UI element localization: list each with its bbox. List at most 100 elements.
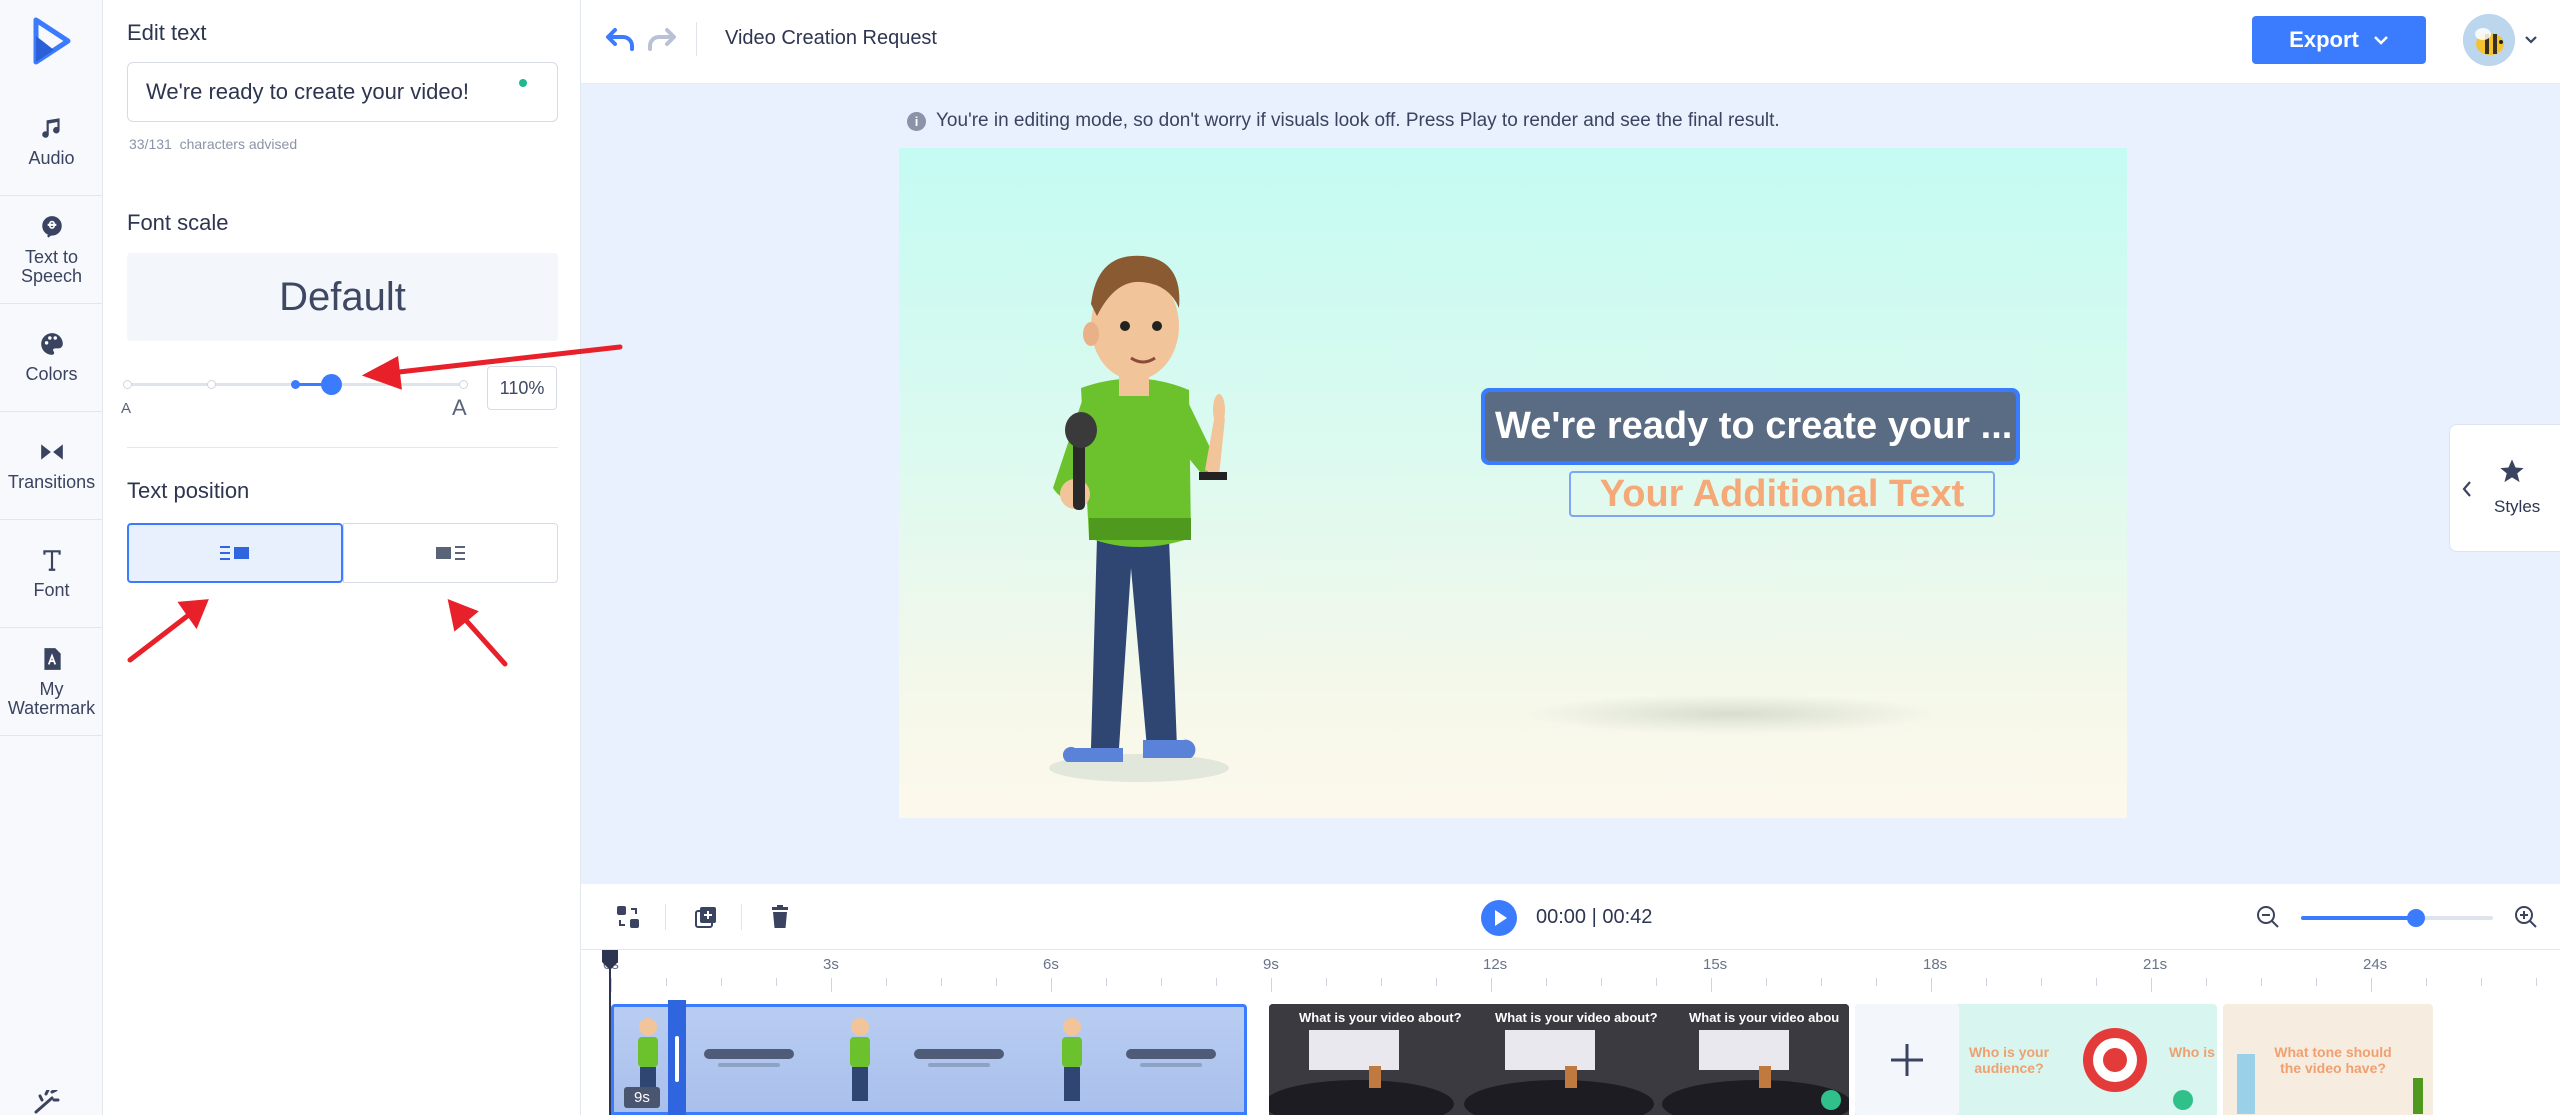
timeline-clips: 9s What is your video about? What is you… — [581, 1000, 2560, 1115]
rail-item-label: Font — [33, 580, 70, 600]
ruler-tick-mark — [1986, 978, 1987, 986]
zoom-in-icon[interactable] — [2513, 904, 2539, 930]
ruler-tick-mark — [941, 978, 942, 986]
add-scene-button[interactable] — [1855, 1004, 1959, 1115]
plus-icon — [1891, 1043, 1923, 1076]
chevron-down-icon[interactable] — [2523, 32, 2539, 48]
font-scale-percent[interactable]: 110% — [487, 366, 557, 410]
ruler-tick-mark — [776, 978, 777, 986]
timeline-ruler[interactable]: 0s3s6s9s12s15s18s21s24s — [581, 950, 2560, 1000]
styles-panel-toggle[interactable]: Styles — [2449, 424, 2560, 552]
clip-trim-handle[interactable] — [668, 1000, 686, 1115]
checkmark-icon — [1821, 1090, 1841, 1110]
editing-notice: i You're in editing mode, so don't worry… — [907, 110, 1780, 132]
magic-icon[interactable] — [32, 1090, 66, 1114]
rail-item-label: My Watermark — [7, 678, 96, 718]
timeline-clip-1[interactable]: 9s — [611, 1004, 1247, 1115]
rail-item-audio[interactable]: Audio — [0, 88, 103, 196]
clip-title: What is your video about? — [1299, 1010, 1462, 1025]
swap-scene-icon[interactable] — [615, 904, 641, 930]
info-icon: i — [907, 111, 926, 131]
ruler-tick-label: 21s — [2143, 956, 2168, 973]
checkmark-icon — [2173, 1090, 2193, 1110]
ruler-tick-mark — [886, 978, 887, 986]
avatar[interactable] — [2463, 14, 2515, 66]
export-button[interactable]: Export — [2252, 16, 2426, 64]
rail-item-label: Transitions — [7, 472, 96, 492]
slider-handle[interactable] — [321, 374, 342, 395]
additional-text-layer[interactable]: Your Additional Text — [1569, 471, 1995, 517]
watermark-icon — [43, 647, 61, 670]
character-hint: 33/131 characters advised — [129, 136, 297, 152]
ruler-tick-mark — [1656, 978, 1657, 986]
character-hint-text: characters advised — [179, 136, 298, 152]
clip-title: What is your video about? — [1689, 1010, 1839, 1025]
ruler-tick-mark — [1271, 978, 1272, 992]
ruler-tick-mark — [2096, 978, 2097, 986]
app-logo-icon[interactable] — [24, 14, 78, 68]
clip-title: Who is your audience? — [1968, 1044, 2050, 1076]
rail-item-text-to-speech[interactable]: Text to Speech — [0, 196, 103, 304]
project-title[interactable]: Video Creation Request — [725, 27, 937, 50]
rail-item-my-watermark[interactable]: My Watermark — [0, 628, 103, 736]
rail-item-label: Colors — [25, 364, 78, 384]
clip-title: What tone should the video have? — [2274, 1044, 2392, 1076]
rail-item-font[interactable]: Font — [0, 520, 103, 628]
video-preview-canvas[interactable]: We're ready to create your ... Your Addi… — [899, 148, 2127, 818]
edit-text-input[interactable]: We're ready to create your video! — [127, 62, 558, 122]
redo-icon[interactable] — [645, 24, 677, 54]
ruler-tick-label: 18s — [1923, 956, 1948, 973]
palette-icon — [40, 333, 63, 355]
scale-small-label: A — [121, 400, 132, 417]
timeline-clip-2[interactable]: What is your video about? What is your v… — [1269, 1004, 1849, 1115]
ruler-tick-mark — [1546, 978, 1547, 986]
toolbar-separator — [665, 904, 666, 930]
text-position-left-button[interactable] — [127, 523, 343, 583]
zoom-out-icon[interactable] — [2255, 904, 2281, 930]
ruler-tick-mark — [2206, 978, 2207, 986]
chevron-left-icon — [2462, 481, 2471, 497]
rail-item-colors[interactable]: Colors — [0, 304, 103, 412]
trash-icon[interactable] — [767, 904, 793, 930]
ruler-tick-mark — [2151, 978, 2152, 992]
font-scale-slider[interactable] — [123, 370, 468, 400]
music-note-icon — [41, 118, 60, 138]
ruler-tick-mark — [1161, 978, 1162, 986]
editing-notice-text: You're in editing mode, so don't worry i… — [936, 110, 1780, 131]
rail-item-label: Audio — [28, 148, 75, 168]
ruler-tick-mark — [1601, 978, 1602, 986]
ruler-tick-mark — [996, 978, 997, 986]
duplicate-scene-icon[interactable] — [693, 904, 719, 930]
ruler-tick-mark — [2371, 978, 2372, 992]
slider-tick — [459, 380, 468, 389]
ruler-tick-mark — [1106, 978, 1107, 986]
text-position-right-button[interactable] — [343, 523, 558, 583]
ruler-tick-mark — [1491, 978, 1492, 992]
slider-tick — [291, 380, 300, 389]
main-text-layer[interactable]: We're ready to create your ... — [1481, 388, 2020, 465]
clip-duration-badge: 9s — [624, 1087, 660, 1108]
editor-stage: i You're in editing mode, so don't worry… — [581, 84, 2560, 884]
top-bar: Video Creation Request Export — [581, 0, 2560, 84]
play-button[interactable] — [1481, 900, 1517, 936]
ruler-tick-mark — [1876, 978, 1877, 986]
timeline-clip-4[interactable]: What tone should the video have? — [2223, 1004, 2433, 1115]
presenter-character-image[interactable] — [1019, 208, 1239, 808]
ruler-tick-mark — [2536, 978, 2537, 986]
ruler-tick-label: 24s — [2363, 956, 2388, 973]
font-scale-display: Default — [127, 253, 558, 341]
additional-text: Your Additional Text — [1599, 472, 1965, 515]
undo-icon[interactable] — [605, 24, 637, 54]
ruler-tick-label: 12s — [1483, 956, 1508, 973]
ruler-tick-mark — [1931, 978, 1932, 992]
transitions-icon — [40, 444, 63, 460]
text-position-label: Text position — [127, 478, 250, 503]
align-text-right-icon — [435, 546, 465, 560]
ruler-tick-mark — [1216, 978, 1217, 986]
playhead[interactable] — [601, 950, 619, 1115]
speech-icon — [41, 215, 62, 238]
font-icon — [42, 550, 61, 571]
rail-item-transitions[interactable]: Transitions — [0, 412, 103, 520]
zoom-slider-handle[interactable] — [2407, 909, 2425, 927]
ruler-tick-mark — [666, 978, 667, 986]
